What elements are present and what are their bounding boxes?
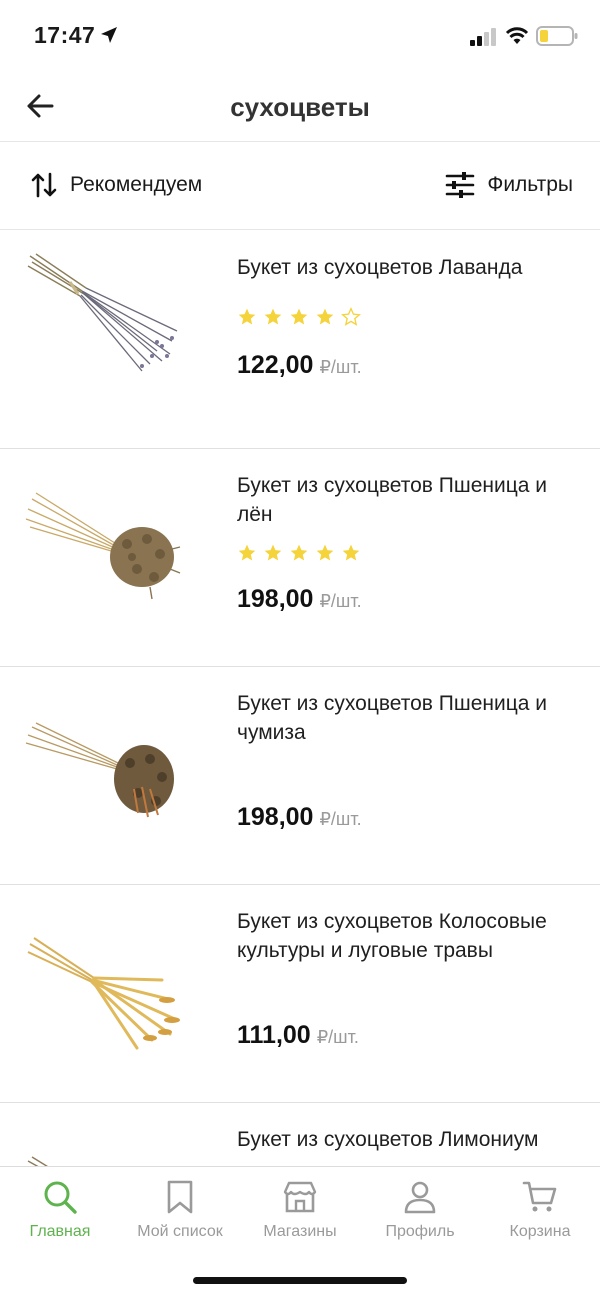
product-card[interactable]: Букет из сухоцветов Лаванда 122,00 ₽/шт. [0, 231, 600, 449]
cart-icon [522, 1181, 557, 1212]
tab-my-list[interactable]: Мой список [120, 1179, 240, 1241]
filter-button[interactable]: Фильтры [445, 171, 573, 199]
star-filled-icon [238, 544, 256, 561]
grain-grass-bouquet-image [27, 937, 180, 1050]
star-filled-icon [290, 544, 308, 561]
star-filled-icon [316, 544, 334, 561]
store-icon [283, 1181, 317, 1213]
product-card[interactable]: Букет из сухоцветов Колосовые культуры и… [0, 885, 600, 1103]
product-card[interactable]: Букет из сухоцветов Пшеница и чумиза 198… [0, 667, 600, 885]
lavender-bouquet-image [27, 253, 178, 372]
status-bar: 17:47 [0, 0, 600, 70]
wheat-flax-bouquet-image [25, 492, 181, 600]
price-unit: ₽/шт. [319, 357, 362, 377]
price-value: 122,00 [237, 351, 314, 379]
product-name: Букет из сухоцветов Пшеница и чумиза [237, 692, 548, 744]
star-filled-icon [316, 308, 334, 325]
product-name: Букет из сухоцветов Колосовые культуры и… [237, 910, 547, 962]
navigation-header: сухоцветы [0, 70, 600, 142]
product-card[interactable]: Букет из сухоцветов Пшеница и лён 198,00… [0, 449, 600, 667]
filter-sliders-icon [446, 172, 475, 198]
sort-label: Рекомендуем [70, 173, 203, 196]
wheat-millet-bouquet-image [25, 722, 174, 818]
star-filled-icon [238, 308, 256, 325]
home-indicator [193, 1277, 407, 1284]
tab-label: Магазины [263, 1223, 337, 1240]
product-list: Букет из сухоцветов Лаванда 122,00 ₽/шт. [0, 231, 600, 1298]
bookmark-icon [167, 1180, 193, 1214]
tab-label: Профиль [385, 1223, 455, 1240]
location-arrow-icon [101, 27, 117, 43]
tab-home[interactable]: Главная [0, 1179, 120, 1241]
product-price: 198,00 ₽/шт. [237, 585, 362, 614]
tab-label: Мой список [137, 1223, 223, 1240]
price-unit: ₽/шт. [316, 1027, 359, 1047]
product-name: Букет из сухоцветов Лаванда [237, 256, 523, 279]
tab-profile[interactable]: Профиль [360, 1179, 480, 1241]
price-value: 198,00 [237, 585, 314, 613]
rating-stars [237, 543, 361, 563]
sort-filter-bar: Рекомендуем Фильтры [0, 143, 600, 230]
page-title: сухоцветы [230, 92, 370, 122]
profile-icon [404, 1181, 436, 1214]
sort-arrows-icon [31, 172, 57, 198]
price-unit: ₽/шт. [319, 809, 362, 829]
product-price: 111,00 ₽/шт. [237, 1021, 359, 1050]
tab-cart[interactable]: Корзина [480, 1179, 600, 1241]
star-filled-icon [342, 544, 360, 561]
price-value: 198,00 [237, 803, 314, 831]
star-filled-icon [290, 308, 308, 325]
star-empty-icon [341, 307, 361, 326]
product-name: Букет из сухоцветов Пшеница и лён [237, 474, 548, 526]
star-filled-icon [264, 544, 282, 561]
filter-label: Фильтры [487, 173, 573, 196]
price-unit: ₽/шт. [319, 591, 362, 611]
star-filled-icon [264, 308, 282, 325]
status-time: 17:47 [34, 22, 96, 48]
rating-stars [237, 307, 361, 327]
tab-label: Главная [29, 1223, 91, 1240]
product-price: 198,00 ₽/шт. [237, 803, 362, 832]
cellular-signal-icon [470, 28, 496, 46]
product-name: Букет из сухоцветов Лимониум [237, 1128, 539, 1151]
product-price: 122,00 ₽/шт. [237, 351, 362, 380]
price-value: 111,00 [237, 1021, 311, 1049]
battery-icon [536, 26, 578, 46]
tab-stores[interactable]: Магазины [240, 1179, 360, 1241]
search-icon [44, 1181, 77, 1214]
sort-button[interactable]: Рекомендуем [30, 171, 202, 199]
wifi-icon [505, 27, 529, 44]
tab-label: Корзина [509, 1223, 571, 1240]
